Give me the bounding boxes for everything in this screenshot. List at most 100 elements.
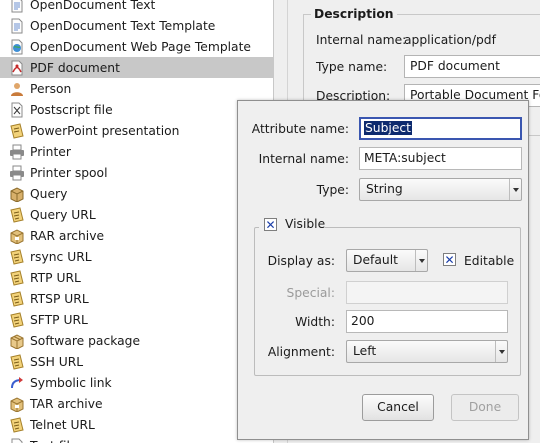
document-icon	[9, 0, 25, 13]
list-item-label: SFTP URL	[30, 312, 88, 327]
internal-name-dialog-label: Internal name:	[258, 152, 349, 166]
list-item[interactable]: Symbolic link	[0, 372, 273, 393]
list-item-label: Printer	[30, 144, 71, 159]
url-icon	[9, 311, 25, 328]
internal-name-value: application/pdf	[404, 33, 496, 47]
list-item[interactable]: OpenDocument Text	[0, 0, 273, 15]
type-dropdown[interactable]: String	[359, 178, 522, 201]
list-item-label: OpenDocument Text	[30, 0, 156, 12]
list-item[interactable]: Query	[0, 183, 273, 204]
type-name-field[interactable]: PDF document	[404, 55, 540, 78]
type-name-label: Type name:	[316, 60, 388, 74]
special-input[interactable]	[346, 281, 508, 304]
list-item-label: OpenDocument Web Page Template	[30, 39, 251, 54]
list-item-label: rsync URL	[30, 249, 92, 264]
type-label: Type:	[316, 183, 349, 197]
list-item[interactable]: Query URL	[0, 204, 273, 225]
list-item-label: Telnet URL	[30, 417, 95, 432]
list-item[interactable]: RTP URL	[0, 267, 273, 288]
list-item-label: OpenDocument Text Template	[30, 18, 216, 33]
alignment-dropdown[interactable]: Left	[346, 340, 508, 363]
list-item[interactable]: Person	[0, 78, 273, 99]
list-item[interactable]: OpenDocument Text Template	[0, 15, 273, 36]
url-icon	[9, 290, 25, 307]
list-item[interactable]: PowerPoint presentation	[0, 120, 273, 141]
pdf-icon	[9, 60, 25, 76]
list-item-label: RAR archive	[30, 228, 105, 243]
list-item[interactable]: Printer spool	[0, 162, 273, 183]
archive-icon	[9, 396, 25, 413]
type-dropdown-value: String	[366, 182, 403, 196]
list-item[interactable]: PDF document	[0, 57, 273, 78]
alignment-label: Alignment:	[267, 345, 335, 359]
chevron-down-icon	[509, 179, 521, 200]
list-item-label: Software package	[30, 333, 141, 348]
person-icon	[9, 81, 25, 97]
list-item-label: Query URL	[30, 207, 96, 222]
list-item[interactable]: rsync URL	[0, 246, 273, 267]
checkmark-icon: ✕	[444, 252, 455, 267]
done-button[interactable]: Done	[451, 394, 519, 421]
url-icon	[9, 206, 25, 223]
archive-icon	[9, 228, 25, 245]
list-item-label: Postscript file	[30, 102, 113, 117]
list-item[interactable]: Telnet URL	[0, 414, 273, 435]
web-page-icon	[9, 39, 25, 55]
document-icon	[9, 438, 25, 443]
list-item[interactable]: SFTP URL	[0, 309, 273, 330]
list-item[interactable]: Printer	[0, 141, 273, 162]
file-type-list[interactable]: OpenDocument Text OpenDocument Text Templ…	[0, 0, 274, 443]
list-item-label: Person	[30, 81, 72, 96]
symlink-icon	[9, 375, 25, 391]
checkmark-icon: ✕	[265, 217, 276, 232]
width-label: Width:	[295, 315, 335, 329]
url-icon	[9, 248, 25, 265]
postscript-icon	[9, 102, 25, 118]
list-item-label: TAR archive	[30, 396, 103, 411]
chevron-down-icon	[495, 341, 507, 362]
editable-label: Editable	[464, 254, 515, 268]
url-icon	[9, 416, 25, 433]
list-item-label: Text file	[30, 439, 78, 443]
package-icon	[9, 333, 25, 350]
list-item-label: PDF document	[30, 60, 120, 75]
list-item[interactable]: RAR archive	[0, 225, 273, 246]
printer-icon	[9, 165, 25, 181]
internal-name-label: Internal name:	[316, 33, 407, 47]
width-input[interactable]: 200	[346, 310, 508, 333]
list-item[interactable]: Software package	[0, 330, 273, 351]
list-item[interactable]: Text file	[0, 435, 273, 443]
list-item-label: Printer spool	[30, 165, 108, 180]
presentation-icon	[9, 122, 25, 139]
list-item-label: Query	[30, 186, 68, 201]
attribute-name-label: Attribute name:	[251, 122, 349, 136]
list-item[interactable]: OpenDocument Web Page Template	[0, 36, 273, 57]
cancel-button[interactable]: Cancel	[362, 394, 434, 421]
list-item-label: SSH URL	[30, 354, 84, 369]
visible-checkbox[interactable]: ✕	[264, 218, 277, 231]
list-item-label: Symbolic link	[30, 375, 112, 390]
description-group-title: Description	[311, 7, 397, 21]
chevron-down-icon	[415, 250, 427, 271]
editable-checkbox[interactable]: ✕	[443, 253, 456, 266]
special-label: Special:	[286, 286, 335, 300]
attribute-name-input[interactable]: Subject	[359, 117, 522, 140]
visible-label: Visible	[285, 217, 326, 231]
list-item[interactable]: SSH URL	[0, 351, 273, 372]
list-item-label: RTSP URL	[30, 291, 89, 306]
display-as-dropdown-value: Default	[353, 253, 398, 267]
display-as-label: Display as:	[267, 254, 335, 268]
document-icon	[9, 18, 25, 34]
internal-name-input[interactable]: META:subject	[359, 147, 522, 170]
list-item-label: PowerPoint presentation	[30, 123, 180, 138]
alignment-dropdown-value: Left	[353, 344, 377, 358]
list-item-label: RTP URL	[30, 270, 81, 285]
url-icon	[9, 269, 25, 286]
printer-icon	[9, 144, 25, 160]
list-item[interactable]: Postscript file	[0, 99, 273, 120]
display-as-dropdown[interactable]: Default	[346, 249, 428, 272]
list-item[interactable]: TAR archive	[0, 393, 273, 414]
list-item[interactable]: RTSP URL	[0, 288, 273, 309]
query-icon	[9, 186, 25, 203]
attribute-name-selected-text: Subject	[364, 121, 412, 135]
